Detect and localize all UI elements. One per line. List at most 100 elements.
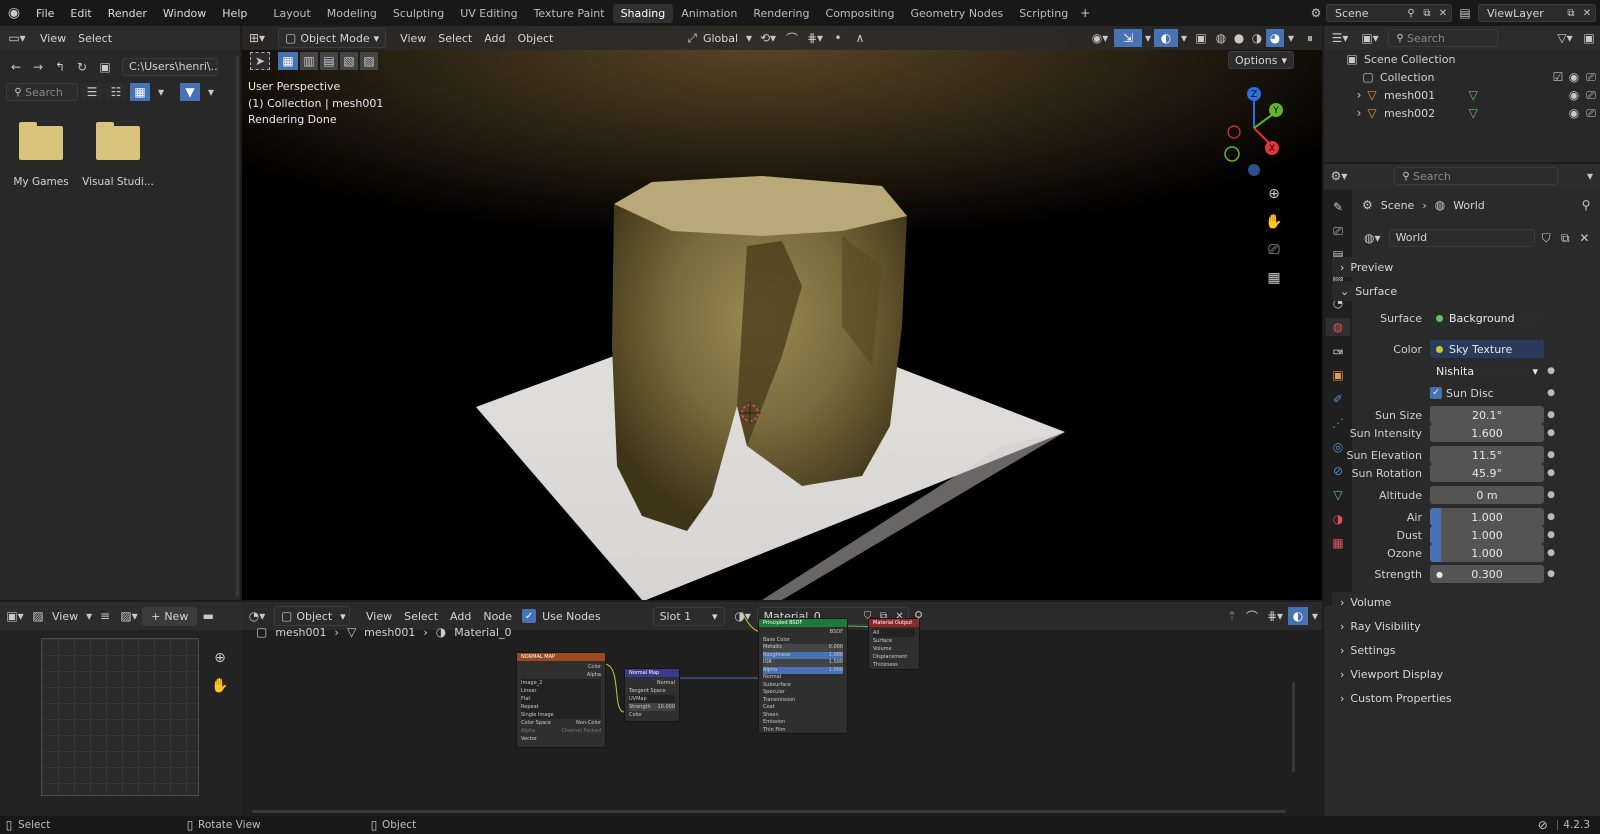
eye-icon[interactable]: ◉ — [1566, 88, 1582, 102]
normal-map-node[interactable]: Normal Map Normal Tangent Space UVMap St… — [624, 668, 680, 722]
menu-window[interactable]: Window — [155, 7, 214, 20]
pin-icon[interactable]: ⚲ — [1403, 8, 1419, 19]
section-preview[interactable]: › Preview — [1332, 257, 1568, 277]
menu-select[interactable]: Select — [72, 30, 118, 47]
xray-icon[interactable]: ▣ — [1190, 31, 1212, 45]
material-shading-icon[interactable]: ◑ — [1248, 31, 1266, 45]
keyframe-dot-icon[interactable]: ● — [1544, 410, 1558, 420]
strength-field[interactable]: ● 0.300 — [1430, 565, 1544, 583]
solid-shading-icon[interactable]: ● — [1230, 31, 1248, 45]
node-panel-toggle[interactable]: Specular — [763, 689, 843, 697]
select-extend-icon[interactable]: ▥ — [300, 52, 318, 70]
menu-view[interactable]: View — [34, 30, 72, 47]
sky-type-dropdown[interactable]: Nishita ▾ — [1430, 362, 1544, 380]
vertical-list-icon[interactable]: ☰ — [82, 83, 102, 101]
hamburger-icon[interactable]: ≡ — [94, 609, 116, 623]
gizmo-icon[interactable]: ⇲ — [1114, 29, 1142, 47]
rendered-shading-icon[interactable]: ◕ — [1266, 29, 1284, 47]
view-layer-icon[interactable]: ▤ — [1452, 6, 1478, 20]
snap-target-icon[interactable]: ⋕▾ — [802, 31, 828, 45]
field-value-slider[interactable]: 20.1° — [1430, 406, 1544, 424]
blender-logo-icon[interactable]: ◉ — [0, 5, 28, 21]
file-item[interactable]: Visual Studi... — [80, 122, 156, 206]
tool-tab-icon[interactable]: ✎ — [1333, 198, 1343, 216]
color-shader-dropdown[interactable]: Sky Texture — [1430, 340, 1544, 358]
tab-layout[interactable]: Layout — [265, 4, 318, 23]
surface-shader-dropdown[interactable]: Background — [1430, 309, 1544, 327]
camera-icon[interactable]: ⎚ — [1582, 70, 1600, 85]
viewport-panel[interactable]: ⊞▾ ▢ Object Mode ▾ View Select Add Objec… — [242, 26, 1322, 600]
expand-chevron-icon[interactable]: › — [1354, 88, 1364, 102]
tab-rendering[interactable]: Rendering — [745, 4, 817, 23]
keyframe-dot-icon[interactable]: ● — [1544, 366, 1558, 376]
node-value[interactable]: 1.500 — [829, 659, 843, 667]
orientation-dropdown[interactable]: Global — [697, 30, 744, 47]
refresh-icon[interactable]: ↻ — [72, 60, 92, 74]
path-field[interactable]: C:\Users\henri\... — [122, 58, 218, 76]
thumbnails-icon[interactable]: ▦ — [130, 83, 150, 101]
editor-type-icon[interactable]: ⊞▾ — [242, 31, 272, 45]
field-value-slider[interactable]: 45.9° — [1430, 464, 1544, 482]
keyframe-dot-icon[interactable]: ● — [1544, 530, 1558, 540]
eye-icon[interactable]: ◉ — [1566, 70, 1582, 84]
tab-compositing[interactable]: Compositing — [818, 4, 903, 23]
chevron-down-icon[interactable]: ▾ — [204, 85, 218, 99]
mesh-data-icon[interactable]: ▽ — [1463, 88, 1483, 102]
overlays-icon[interactable]: ◐ — [1154, 29, 1178, 47]
zoom-icon[interactable]: ⊕ — [1264, 184, 1284, 204]
outliner-row-mesh001[interactable]: › ▽ mesh001 ▽ ◉ ⎚ — [1324, 86, 1600, 104]
tab-texture-paint[interactable]: Texture Paint — [526, 4, 613, 23]
new-folder-icon[interactable]: ▣ — [94, 60, 116, 74]
search-input[interactable]: ⚲ Search — [6, 83, 78, 101]
menu-view[interactable]: View — [394, 30, 432, 47]
pan-hand-icon[interactable]: ✋ — [1264, 212, 1284, 232]
pan-hand-icon[interactable]: ✋ — [210, 676, 230, 696]
select-invert-icon[interactable]: ▧ — [340, 52, 358, 70]
chevron-down-icon[interactable]: ▾ — [84, 609, 94, 623]
scene-selector[interactable]: Scene ⚲ ⧉ ✕ — [1326, 4, 1452, 22]
camera-icon[interactable]: ⎚ — [1264, 240, 1284, 260]
menu-render[interactable]: Render — [100, 7, 155, 20]
filter-icon[interactable]: ▽▾ — [1552, 31, 1578, 45]
tab-uv-editing[interactable]: UV Editing — [452, 4, 525, 23]
view-layer-selector[interactable]: ViewLayer ⧉ ✕ — [1478, 4, 1596, 22]
keyframe-dot-icon[interactable]: ● — [1544, 468, 1558, 478]
back-icon[interactable]: ← — [6, 60, 26, 74]
outliner-row-scene-collection[interactable]: ▣ Scene Collection — [1324, 50, 1600, 68]
node-panel-toggle[interactable]: Emission — [763, 719, 843, 727]
menu-edit[interactable]: Edit — [62, 7, 99, 20]
horizontal-scrollbar[interactable] — [252, 810, 1286, 813]
outliner-row-mesh002[interactable]: › ▽ mesh002 ▽ ◉ ⎚ — [1324, 104, 1600, 122]
camera-icon[interactable]: ⎚ — [1582, 106, 1600, 121]
field-value-slider[interactable]: 1.000 — [1430, 544, 1544, 562]
display-mode-icon[interactable]: ▣▾ — [1356, 31, 1384, 45]
menu-add[interactable]: Add — [478, 30, 511, 47]
node-panel-toggle[interactable]: Transmission — [763, 697, 843, 705]
editor-type-icon[interactable]: ▭▾ — [0, 31, 34, 45]
section-volume[interactable]: › Volume — [1332, 592, 1568, 612]
section-surface[interactable]: ⌄ Surface — [1332, 281, 1568, 301]
node-dropdown[interactable]: Non-Color — [576, 719, 601, 727]
node-dropdown[interactable]: Repeat — [521, 703, 601, 711]
tab-scripting[interactable]: Scripting — [1011, 4, 1076, 23]
fake-user-shield-icon[interactable]: ⛉ — [1539, 231, 1554, 246]
keyframe-dot-icon[interactable]: ● — [1544, 450, 1558, 460]
menu-object[interactable]: Object — [512, 30, 560, 47]
pause-icon[interactable]: ⏸ — [1298, 31, 1322, 46]
close-icon[interactable]: ✕ — [1435, 8, 1451, 19]
close-icon[interactable]: ✕ — [1579, 8, 1595, 19]
search-input[interactable]: ⚲ Search — [1394, 167, 1558, 185]
node-value[interactable]: 0.000 — [829, 644, 843, 652]
section-custom-properties[interactable]: › Custom Properties — [1332, 688, 1568, 708]
keyframe-dot-icon[interactable]: ● — [1544, 388, 1558, 398]
section-viewport-display[interactable]: › Viewport Display — [1332, 664, 1568, 684]
chevron-down-icon[interactable]: ▾ — [1178, 31, 1190, 45]
menu-select[interactable]: Select — [432, 30, 478, 47]
tab-animation[interactable]: Animation — [673, 4, 745, 23]
mesh-data-icon[interactable]: ▽ — [1463, 106, 1483, 120]
node-value[interactable]: 1.000 — [829, 667, 843, 675]
mode-dropdown[interactable]: ▢ Object Mode ▾ — [278, 28, 387, 48]
chevron-down-icon[interactable]: ⌄ — [1330, 343, 1350, 356]
forward-icon[interactable]: → — [28, 60, 48, 74]
outliner-row-collection[interactable]: ▢ Collection ☑ ◉ ⎚ — [1324, 68, 1600, 86]
